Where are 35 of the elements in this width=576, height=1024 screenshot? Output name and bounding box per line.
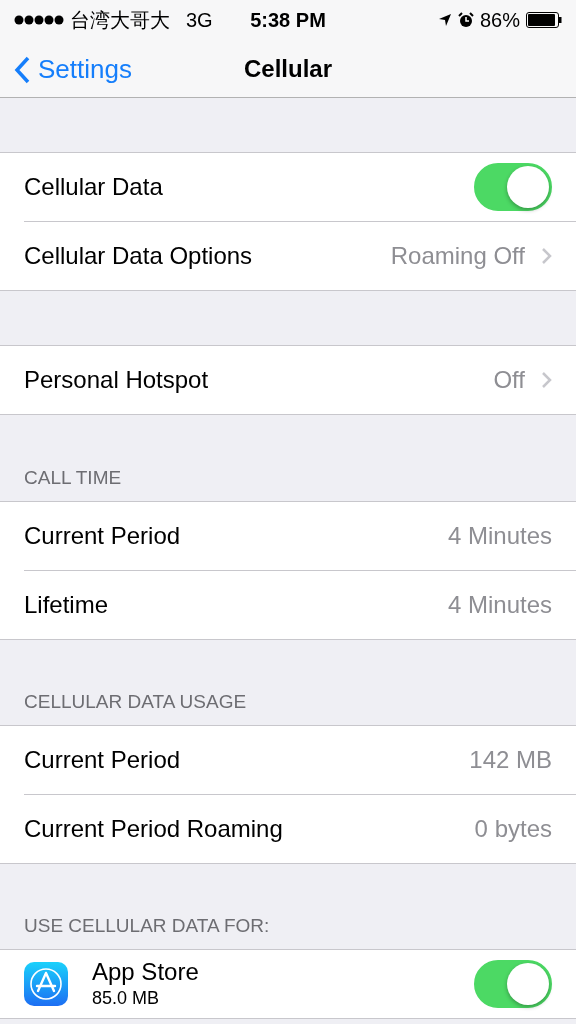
toggle-switch[interactable] [474,163,552,211]
chevron-icon [541,247,552,265]
row-label: Cellular Data [24,173,164,201]
row-label: Lifetime [24,591,110,619]
toggle-switch[interactable] [474,959,552,1008]
section-header: USE CELLULAR DATA FOR: [24,915,270,937]
row-label: Current Period Roaming [24,815,284,843]
status-time: 5:38 PM [250,8,326,32]
app-row[interactable]: App Store 85.0 MB [0,950,576,1018]
row-label: Personal Hotspot [24,366,210,394]
location-icon [437,13,452,27]
back-button[interactable]: Settings [10,50,136,89]
row-value: 0 bytes [474,815,552,843]
row-value: 4 Minutes [447,591,552,619]
app-usage: 85.0 MB [92,988,161,1009]
row-label: Cellular Data Options [24,242,254,270]
row-value: Off [493,366,525,394]
row-value: 4 Minutes [447,522,552,550]
screen-title: Cellular [244,54,332,83]
network-type: 3G [186,8,213,32]
section-header: CELLULAR DATA USAGE [24,691,247,713]
battery-icon [526,12,562,28]
battery-percent: 86% [479,8,520,32]
row-label: Current Period [24,746,182,774]
signal-icon [14,15,64,25]
row-label: Current Period [24,522,182,550]
section-header: CALL TIME [24,467,122,489]
app-store-icon [24,962,68,1006]
row-value: 142 MB [469,746,552,774]
back-chevron-icon [14,55,30,84]
app-name: App Store [92,958,200,986]
row-value: Roaming Off [390,242,525,270]
alarm-icon [457,12,474,28]
carrier-name: 台湾大哥大 [70,7,170,33]
chevron-icon [541,371,552,389]
